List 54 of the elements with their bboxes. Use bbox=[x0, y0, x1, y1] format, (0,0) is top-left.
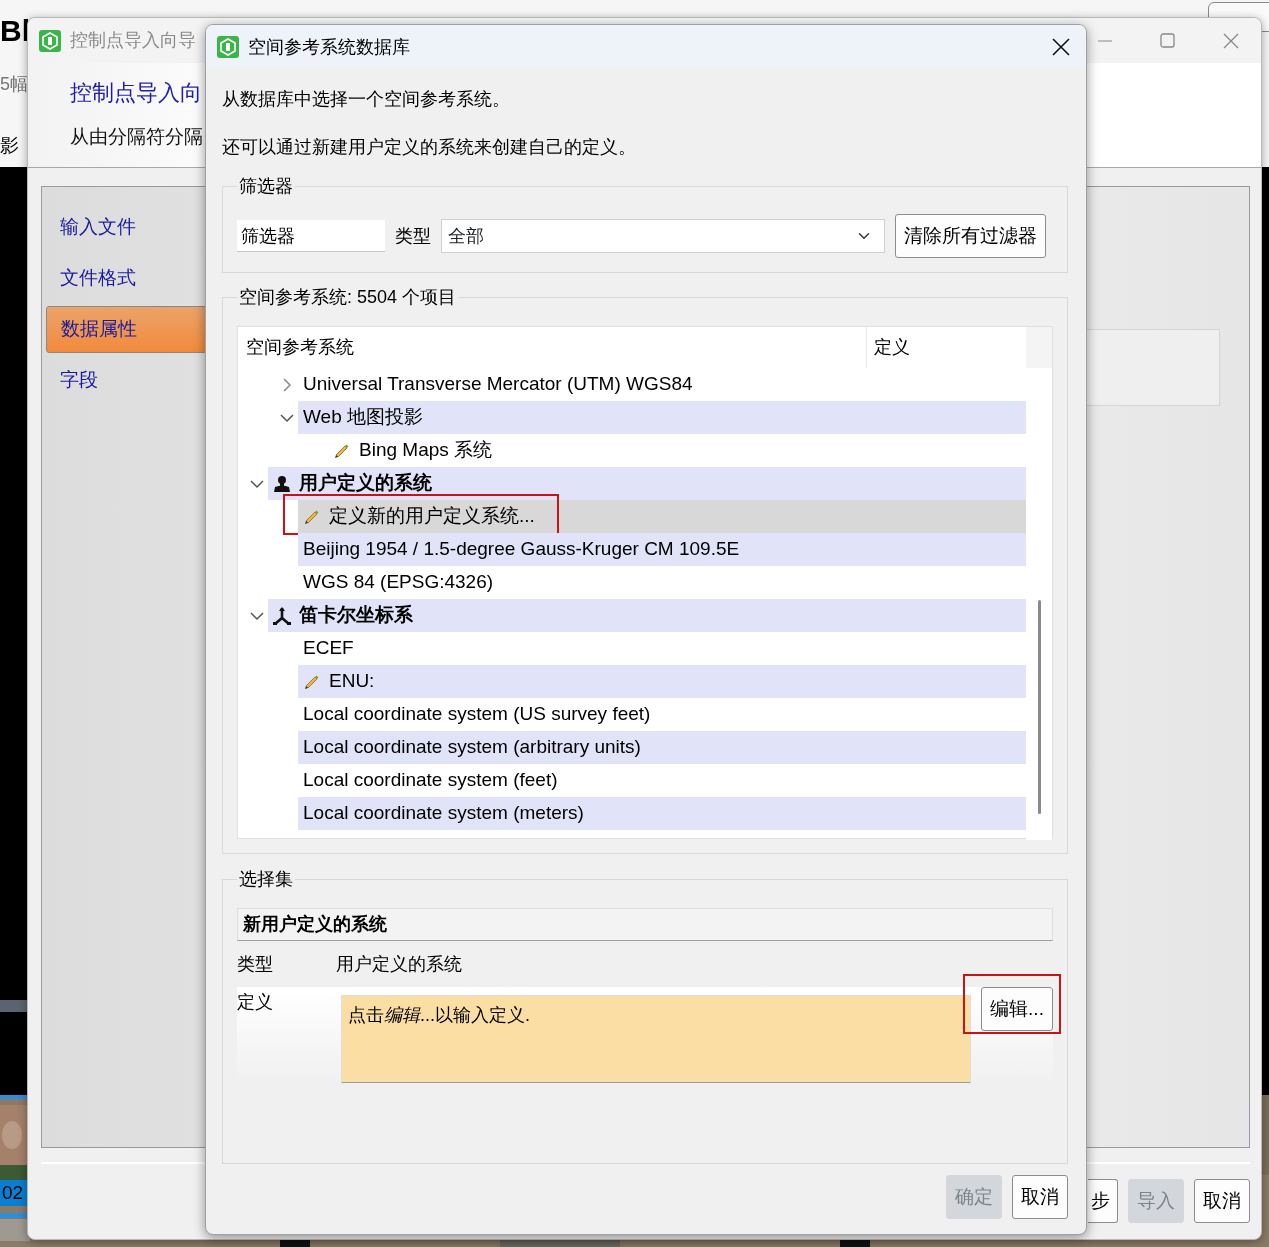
tree-row[interactable]: Local coordinate system (US survey feet) bbox=[298, 698, 1027, 731]
tree-row[interactable]: Universal Transverse Mercator (UTM) WGS84 bbox=[298, 368, 1027, 401]
tree-row[interactable]: Beijing 1954 / 1.5-degree Gauss-Kruger CM 109.5E bbox=[298, 533, 1027, 566]
maximize-icon[interactable] bbox=[1160, 33, 1175, 48]
tree-row[interactable]: Local coordinate system (arbitrary units) bbox=[298, 731, 1027, 764]
wizard-subheading: 从由分隔符分隔 bbox=[70, 125, 203, 149]
close-button[interactable] bbox=[1050, 36, 1072, 58]
field-label: 定义 bbox=[237, 991, 274, 1014]
chevron-right-icon[interactable] bbox=[280, 377, 294, 392]
tree-row[interactable]: Web 地图投影 bbox=[298, 401, 1027, 434]
close-icon bbox=[1052, 38, 1070, 56]
group-title: 筛选器 bbox=[238, 175, 294, 198]
tree-row[interactable]: Local coordinate system (feet) bbox=[298, 764, 1027, 797]
edit-button[interactable]: 编辑... bbox=[981, 987, 1053, 1031]
tree-row[interactable]: Bing Maps 系统 bbox=[328, 434, 1027, 467]
step-item[interactable]: 字段 bbox=[46, 355, 212, 406]
system-name: 新用户定义的系统 bbox=[237, 908, 1053, 941]
tree-row[interactable]: 定义新的用户定义系统... bbox=[298, 500, 1027, 533]
tree-row[interactable]: WGS 84 (EPSG:4326) bbox=[298, 566, 1027, 599]
group-title: 选择集 bbox=[238, 868, 294, 891]
filter-field[interactable]: 筛选器 bbox=[237, 220, 385, 252]
tree-row[interactable]: 用户定义的系统 bbox=[268, 467, 1027, 500]
group-title: 空间参考系统: 5504 个项目 bbox=[238, 286, 458, 309]
dialog-button[interactable]: 取消 bbox=[1012, 1175, 1068, 1219]
step-item[interactable]: 输入文件 bbox=[46, 202, 212, 253]
tree-row[interactable]: ECEF bbox=[298, 632, 1027, 665]
window-title: 控制点导入向导 bbox=[70, 29, 196, 52]
count-label: 5幅 bbox=[0, 73, 28, 95]
intro-text: 还可以通过新建用户定义的系统来创建自己的定义。 bbox=[222, 136, 637, 159]
tree-row[interactable]: 笛卡尔坐标系 bbox=[268, 599, 1027, 632]
tile-label: 02 bbox=[0, 1180, 28, 1206]
person-icon bbox=[273, 474, 291, 493]
intro-text: 从数据库中选择一个空间参考系统。 bbox=[222, 88, 511, 111]
axes-icon bbox=[273, 606, 291, 625]
field-label: 类型 bbox=[237, 952, 274, 976]
type-dropdown[interactable]: 全部 bbox=[441, 219, 885, 253]
scrollbar[interactable] bbox=[1037, 600, 1041, 814]
definition-box: 点击编辑...以输入定义. bbox=[341, 995, 971, 1083]
clear-filters-button[interactable]: 清除所有过滤器 bbox=[895, 214, 1046, 258]
dialog-title: 空间参考系统数据库 bbox=[248, 35, 410, 59]
app-icon bbox=[38, 28, 62, 53]
close-icon[interactable] bbox=[1223, 32, 1239, 49]
app-icon bbox=[216, 35, 240, 59]
column-header: 空间参考系统 bbox=[245, 336, 355, 359]
wizard-button[interactable]: 取消 bbox=[1194, 1179, 1250, 1223]
step-item[interactable]: 文件格式 bbox=[46, 253, 212, 304]
tree-row[interactable]: Local coordinate system (meters) bbox=[298, 797, 1027, 830]
app-title: Bl bbox=[0, 14, 30, 48]
tab-label: 影 bbox=[0, 134, 19, 158]
field-value: 用户定义的系统 bbox=[336, 952, 462, 976]
type-label: 类型 bbox=[395, 224, 431, 248]
wizard-button[interactable]: 步 bbox=[1088, 1179, 1118, 1223]
wizard-heading: 控制点导入向 bbox=[70, 79, 202, 107]
tree-row[interactable]: ENU: bbox=[298, 665, 1027, 698]
